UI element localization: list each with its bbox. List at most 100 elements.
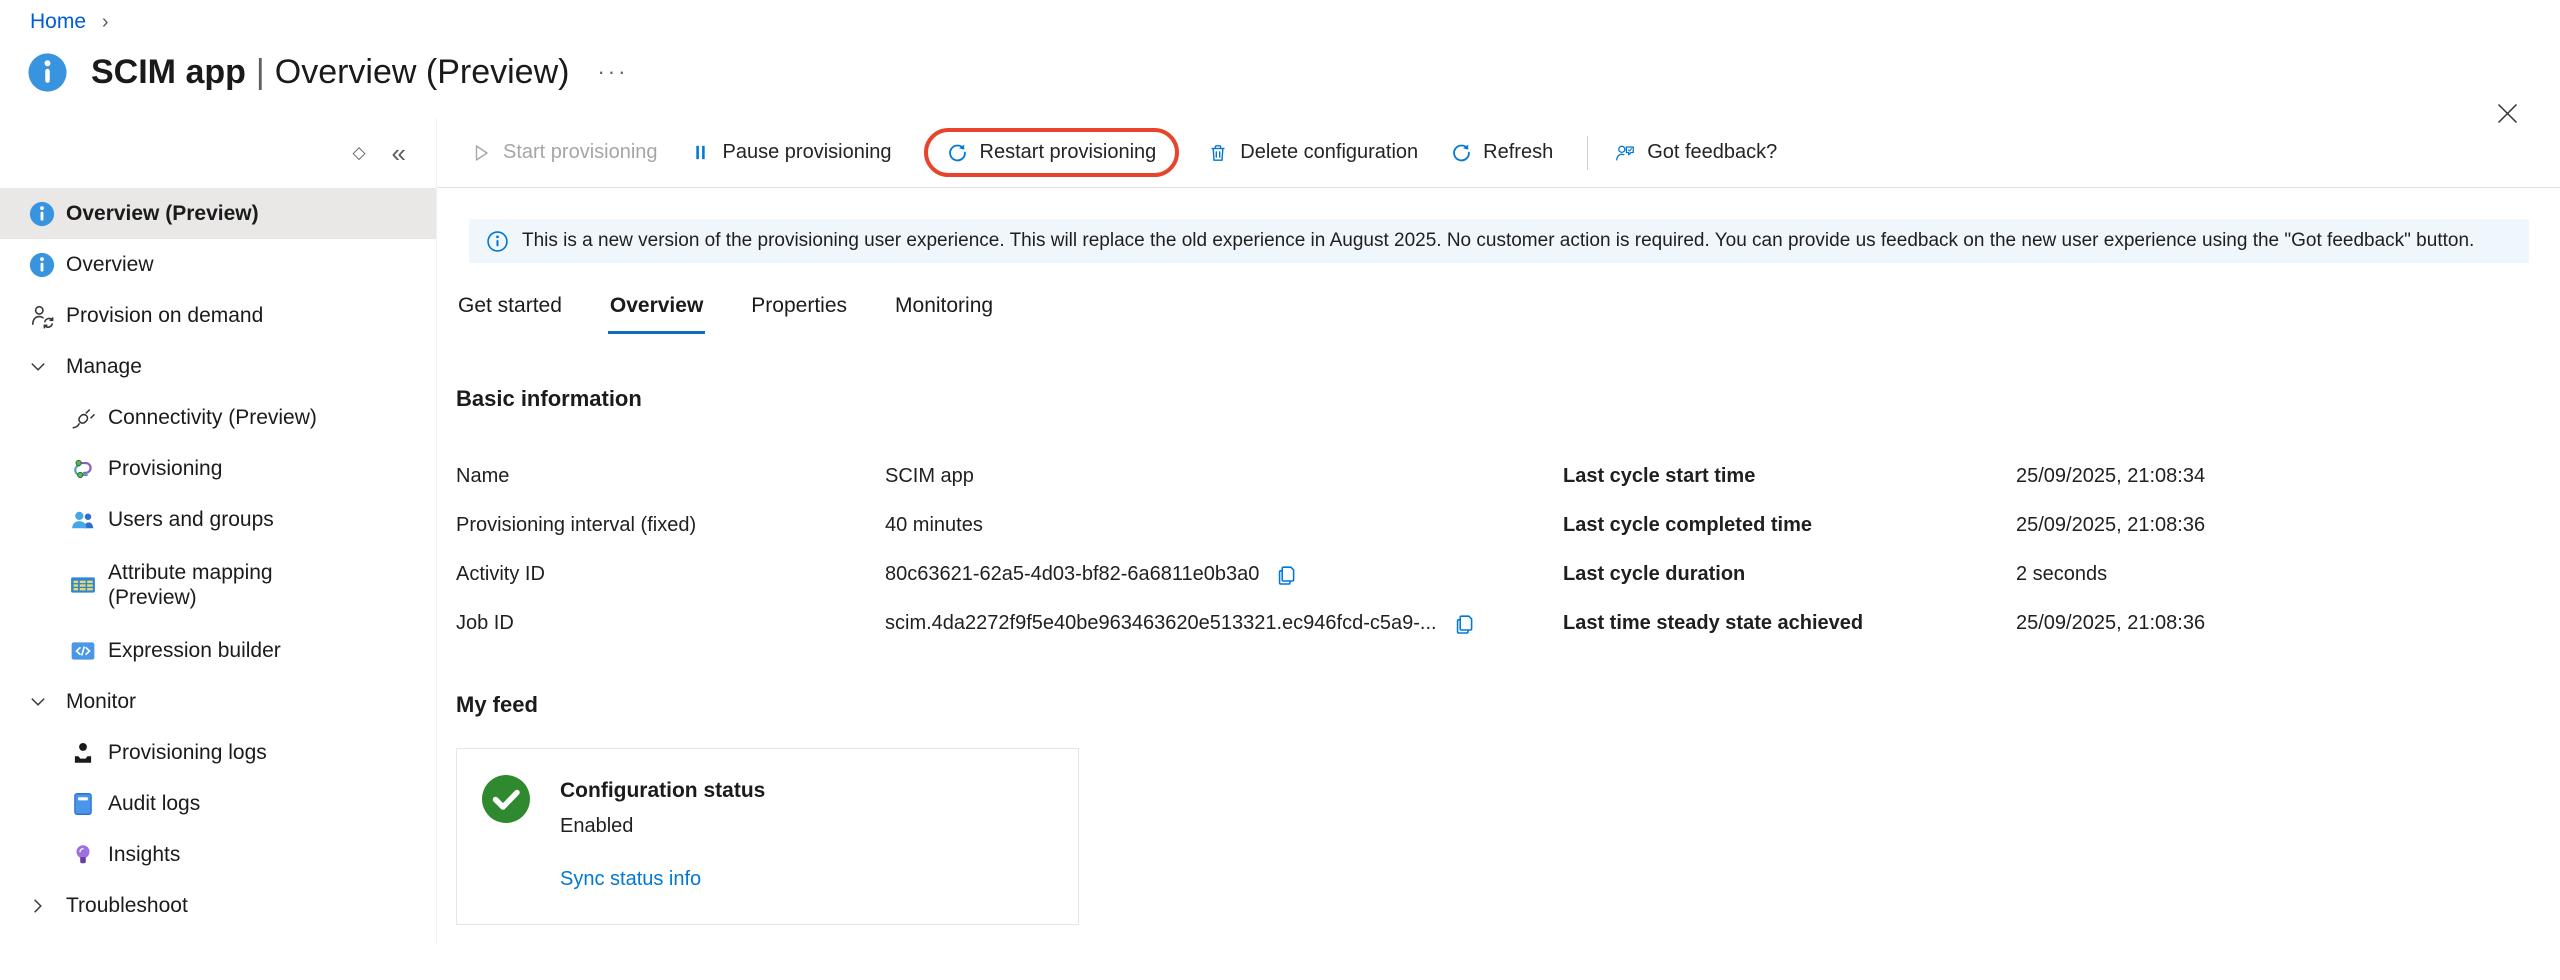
app-window: Home › SCIM app|Overview (Preview) ··· ◇… <box>0 0 2560 980</box>
sidebar-item-overview-preview[interactable]: Overview (Preview) <box>0 188 436 239</box>
pause-provisioning-button[interactable]: Pause provisioning <box>690 141 892 164</box>
code-icon <box>70 638 96 664</box>
field-label: Name <box>456 465 885 488</box>
field-label: Last cycle start time <box>1563 465 2016 488</box>
sidebar-item-audit-logs[interactable]: Audit logs <box>0 778 436 829</box>
got-feedback-label: Got feedback? <box>1647 141 1777 164</box>
close-button[interactable] <box>2494 98 2524 128</box>
field-value: 40 minutes <box>885 514 983 537</box>
toolbar-divider <box>1587 136 1588 170</box>
configuration-status-title: Configuration status <box>560 779 765 803</box>
sidebar-controls: ◇ « <box>0 118 436 188</box>
field-value: 2 seconds <box>2016 563 2107 586</box>
field-label: Activity ID <box>456 563 885 586</box>
restart-provisioning-label: Restart provisioning <box>980 141 1157 164</box>
sidebar-item-label: Audit logs <box>108 792 200 816</box>
copy-icon <box>1453 612 1477 636</box>
sidebar-item-label: Attribute mapping (Preview) <box>108 560 323 610</box>
play-icon <box>470 142 492 164</box>
sidebar-item-label: Connectivity (Preview) <box>108 406 317 430</box>
sidebar-item-attribute-mapping[interactable]: Attribute mapping (Preview) <box>0 545 436 625</box>
sidebar-item-provisioning-logs[interactable]: Provisioning logs <box>0 727 436 778</box>
sidebar-section-monitor[interactable]: Monitor <box>0 676 436 727</box>
field-value: 80c63621-62a5-4d03-bf82-6a6811e0b3a0 <box>885 563 1259 586</box>
configuration-status-value: Enabled <box>560 815 765 838</box>
tab-monitoring[interactable]: Monitoring <box>893 290 995 334</box>
breadcrumb-home-link[interactable]: Home <box>30 10 86 33</box>
sidebar-item-expression-builder[interactable]: Expression builder <box>0 625 436 676</box>
field-label: Job ID <box>456 612 885 635</box>
breadcrumb: Home › <box>0 0 2560 34</box>
delete-configuration-button[interactable]: Delete configuration <box>1207 141 1418 164</box>
basic-information-heading: Basic information <box>456 386 2560 412</box>
sidebar-item-label: Overview (Preview) <box>66 202 259 226</box>
refresh-button[interactable]: Refresh <box>1450 141 1553 164</box>
page-title-text: Overview (Preview) <box>275 53 570 91</box>
field-label: Last cycle completed time <box>1563 514 2016 537</box>
content-pane: Start provisioning Pause provisioning Re… <box>437 118 2560 944</box>
refresh-label: Refresh <box>1483 141 1553 164</box>
sidebar-section-manage[interactable]: Manage <box>0 341 436 392</box>
sidebar-section-label: Monitor <box>66 690 136 714</box>
sidebar-item-connectivity[interactable]: Connectivity (Preview) <box>0 392 436 443</box>
basic-information-grid: Name SCIM app Provisioning interval (fix… <box>456 452 2560 648</box>
configuration-status-card: Configuration status Enabled Sync status… <box>456 748 1079 925</box>
field-value: scim.4da2272f9f5e40be963463620e513321.ec… <box>885 612 1437 635</box>
sidebar-item-overview[interactable]: Overview <box>0 239 436 290</box>
start-provisioning-button[interactable]: Start provisioning <box>470 141 658 164</box>
restart-provisioning-button[interactable]: Restart provisioning <box>947 141 1157 164</box>
field-value: SCIM app <box>885 465 974 488</box>
chevron-down-icon <box>29 354 47 380</box>
field-label: Last time steady state achieved <box>1563 612 2016 635</box>
info-row-activity-id: Activity ID 80c63621-62a5-4d03-bf82-6a68… <box>456 550 1563 599</box>
sidebar-item-insights[interactable]: Insights <box>0 829 436 880</box>
sidebar-item-label: Insights <box>108 843 180 867</box>
tab-properties[interactable]: Properties <box>749 290 849 334</box>
trash-icon <box>1207 142 1229 164</box>
info-row-name: Name SCIM app <box>456 452 1563 501</box>
app-info-icon <box>27 52 68 93</box>
lightbulb-icon <box>70 842 96 868</box>
main-layout: ◇ « Overview (Preview) Overview Prov <box>0 118 2560 944</box>
basic-info-left-column: Name SCIM app Provisioning interval (fix… <box>456 452 1563 648</box>
got-feedback-button[interactable]: Got feedback? <box>1614 141 1777 164</box>
sidebar-item-provisioning[interactable]: Provisioning <box>0 443 436 494</box>
sidebar-section-troubleshoot[interactable]: Troubleshoot <box>0 880 436 931</box>
copy-job-id-button[interactable] <box>1453 612 1477 636</box>
info-row-steady-state: Last time steady state achieved 25/09/20… <box>1563 599 2560 648</box>
plug-icon <box>70 405 96 431</box>
command-bar: Start provisioning Pause provisioning Re… <box>437 118 2560 188</box>
field-label: Last cycle duration <box>1563 563 2016 586</box>
provisioning-sync-icon <box>70 456 96 482</box>
info-circle-icon <box>29 201 55 227</box>
book-icon <box>70 791 96 817</box>
sync-status-info-link[interactable]: Sync status info <box>560 868 701 891</box>
table-icon <box>70 572 96 598</box>
sidebar-item-label: Provisioning <box>108 457 222 481</box>
more-options-icon[interactable]: ··· <box>597 59 628 85</box>
sidebar-item-provision-on-demand[interactable]: Provision on demand <box>0 290 436 341</box>
sidebar-section-label: Troubleshoot <box>66 894 188 918</box>
sidebar-item-label: Overview <box>66 253 154 277</box>
info-row-last-cycle-start: Last cycle start time 25/09/2025, 21:08:… <box>1563 452 2560 501</box>
info-row-last-cycle-completed: Last cycle completed time 25/09/2025, 21… <box>1563 501 2560 550</box>
restart-icon <box>947 142 969 164</box>
resize-handle-icon[interactable]: ◇ <box>352 143 365 163</box>
pause-icon <box>690 142 712 164</box>
app-name: SCIM app <box>91 53 246 91</box>
field-value: 25/09/2025, 21:08:36 <box>2016 514 2205 537</box>
copy-icon <box>1275 563 1299 587</box>
collapse-sidebar-icon[interactable]: « <box>392 140 406 166</box>
sidebar-item-label: Provision on demand <box>66 304 263 328</box>
field-value: 25/09/2025, 21:08:36 <box>2016 612 2205 635</box>
users-icon <box>70 507 96 533</box>
tab-get-started[interactable]: Get started <box>456 290 564 334</box>
info-circle-icon <box>29 252 55 278</box>
configuration-status-body: Configuration status Enabled Sync status… <box>560 779 765 891</box>
tab-overview[interactable]: Overview <box>608 290 705 334</box>
refresh-icon <box>1450 142 1472 164</box>
field-value: 25/09/2025, 21:08:34 <box>2016 465 2205 488</box>
copy-activity-id-button[interactable] <box>1275 563 1299 587</box>
field-label: Provisioning interval (fixed) <box>456 514 885 537</box>
sidebar-item-users-and-groups[interactable]: Users and groups <box>0 494 436 545</box>
